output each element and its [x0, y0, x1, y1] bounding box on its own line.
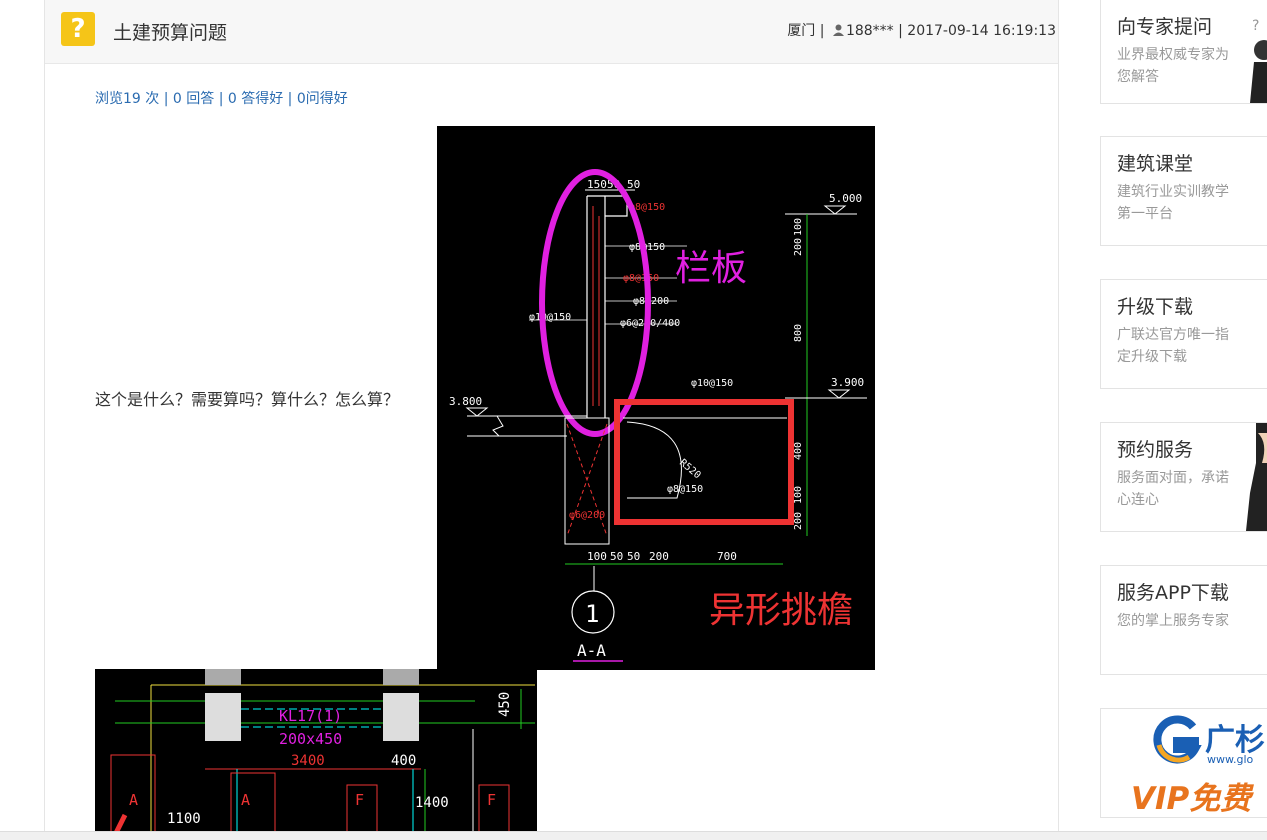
promo-desc: 广联达官方唯一指定升级下载	[1117, 327, 1229, 365]
span-dim: 3400	[291, 753, 325, 769]
dim-top-1: 150	[587, 178, 607, 191]
vdim: 800	[793, 324, 804, 342]
promo-desc: 服务面对面，承诺心连心	[1117, 470, 1229, 508]
rebar-note: φ10@150	[691, 378, 733, 389]
plan-dim: 1100	[167, 811, 201, 827]
vdim: 200	[793, 238, 804, 256]
plan-dim: 450	[497, 692, 513, 717]
promo-desc: 建筑行业实训教学第一平台	[1117, 184, 1229, 222]
section-label: A-A	[577, 641, 606, 660]
svg-text:?: ?	[1252, 18, 1259, 34]
promo-desc: 业界最权威专家为您解答	[1117, 47, 1229, 85]
label-railing: 栏板	[675, 248, 747, 289]
elev-mid: 3.900	[831, 376, 864, 389]
promo-ask-expert[interactable]: 向专家提问 业界最权威专家为您解答 ?	[1100, 0, 1267, 104]
expert-figure-icon: ?	[1250, 18, 1267, 103]
question-card: ? 土建预算问题 厦门 | 188*** | 2017-09-14 16:19:…	[44, 0, 1059, 839]
vdim: 200	[793, 512, 804, 530]
cad-section-image[interactable]: 150 50 50 φ8@150 φ8@150 φ8@150 φ8@200 φ6…	[437, 126, 875, 670]
question-stats[interactable]: 浏览19 次 | 0 回答 | 0 答得好 | 0问得好	[95, 88, 348, 108]
promo-title: 预约服务	[1117, 439, 1194, 461]
rebar-note: φ8@200	[633, 296, 669, 307]
dim-top-3: 50	[627, 178, 640, 191]
post-datetime: 2017-09-14 16:19:13	[907, 23, 1056, 39]
promo-title: 建筑课堂	[1117, 153, 1194, 175]
rebar-note: φ8@150	[629, 242, 665, 253]
vdim: 100	[793, 218, 804, 236]
vip-free-label: VIP免费	[1131, 781, 1252, 817]
vdim: 400	[793, 442, 804, 460]
plan-mark: F	[487, 791, 496, 809]
promo-title: 服务APP下载	[1117, 582, 1229, 604]
promo-title: 升级下载	[1117, 296, 1194, 318]
brand-vip-banner[interactable]: 广杉 www.glo VIP免费	[1100, 708, 1267, 818]
asker-name[interactable]: 188***	[846, 23, 894, 39]
question-title: 土建预算问题	[113, 22, 228, 44]
plan-mark: A	[129, 791, 138, 809]
hdim: 100	[587, 550, 607, 563]
rebar-note: φ8@150	[623, 273, 659, 284]
hdim: 50	[627, 550, 640, 563]
promo-app-download[interactable]: 服务APP下载 您的掌上服务专家	[1100, 565, 1267, 675]
hdim: 50	[610, 550, 623, 563]
meta-separator: |	[898, 23, 903, 39]
promo-book-service[interactable]: 预约服务 服务面对面，承诺心连心	[1100, 422, 1267, 532]
cad-plan-drawing: KL17(1) 200x450 3400 400 450 A A F F 110…	[110, 669, 535, 839]
cad-plan-image[interactable]: KL17(1) 200x450 3400 400 450 A A F F 110…	[95, 669, 537, 839]
label-eave: 异形挑檐	[709, 590, 853, 631]
beam-label: KL17(1)	[279, 707, 342, 725]
plan-mark: F	[355, 791, 364, 809]
axis-label: 1	[585, 600, 599, 628]
vdim: 100	[793, 486, 804, 504]
question-body: 这个是什么？需要算吗？算什么？怎么算？	[95, 390, 400, 409]
service-person-icon	[1246, 423, 1267, 531]
hdim: 200	[649, 550, 669, 563]
question-meta: 厦门 | 188*** | 2017-09-14 16:19:13	[787, 20, 1056, 40]
location[interactable]: 厦门	[787, 23, 815, 39]
question-header: ? 土建预算问题 厦门 | 188*** | 2017-09-14 16:19:…	[45, 0, 1058, 64]
rebar-note: φ10@150	[529, 312, 571, 323]
elev-left: 3.800	[449, 395, 482, 408]
plan-dim: 1400	[415, 795, 449, 811]
promo-building-class[interactable]: 建筑课堂 建筑行业实训教学第一平台	[1100, 136, 1267, 246]
hdim: 700	[717, 550, 737, 563]
plan-mark: A	[241, 791, 250, 809]
rebar-note: φ8@150	[667, 484, 703, 495]
question-mark-icon: ?	[61, 12, 95, 46]
cad-section-drawing: 150 50 50 φ8@150 φ8@150 φ8@150 φ8@200 φ6…	[449, 169, 867, 662]
rebar-note: φ6@200	[569, 510, 605, 521]
promo-upgrade-download[interactable]: 升级下载 广联达官方唯一指定升级下载	[1100, 279, 1267, 389]
promo-desc: 您的掌上服务专家	[1117, 613, 1229, 629]
elev-top: 5.000	[829, 192, 862, 205]
promo-title: 向专家提问	[1117, 16, 1213, 38]
user-icon	[832, 24, 844, 36]
eave-highlight	[614, 399, 794, 525]
brand-g-logo-icon	[1153, 715, 1202, 764]
meta-separator: |	[819, 23, 825, 39]
sidebar: 向专家提问 业界最权威专家为您解答 ? 建筑课堂 建筑行业实训教学第一平台 升级…	[1100, 0, 1267, 839]
brand-url: www.glo	[1207, 753, 1254, 766]
beam-size: 200x450	[279, 730, 342, 748]
plan-dim: 400	[391, 753, 416, 769]
